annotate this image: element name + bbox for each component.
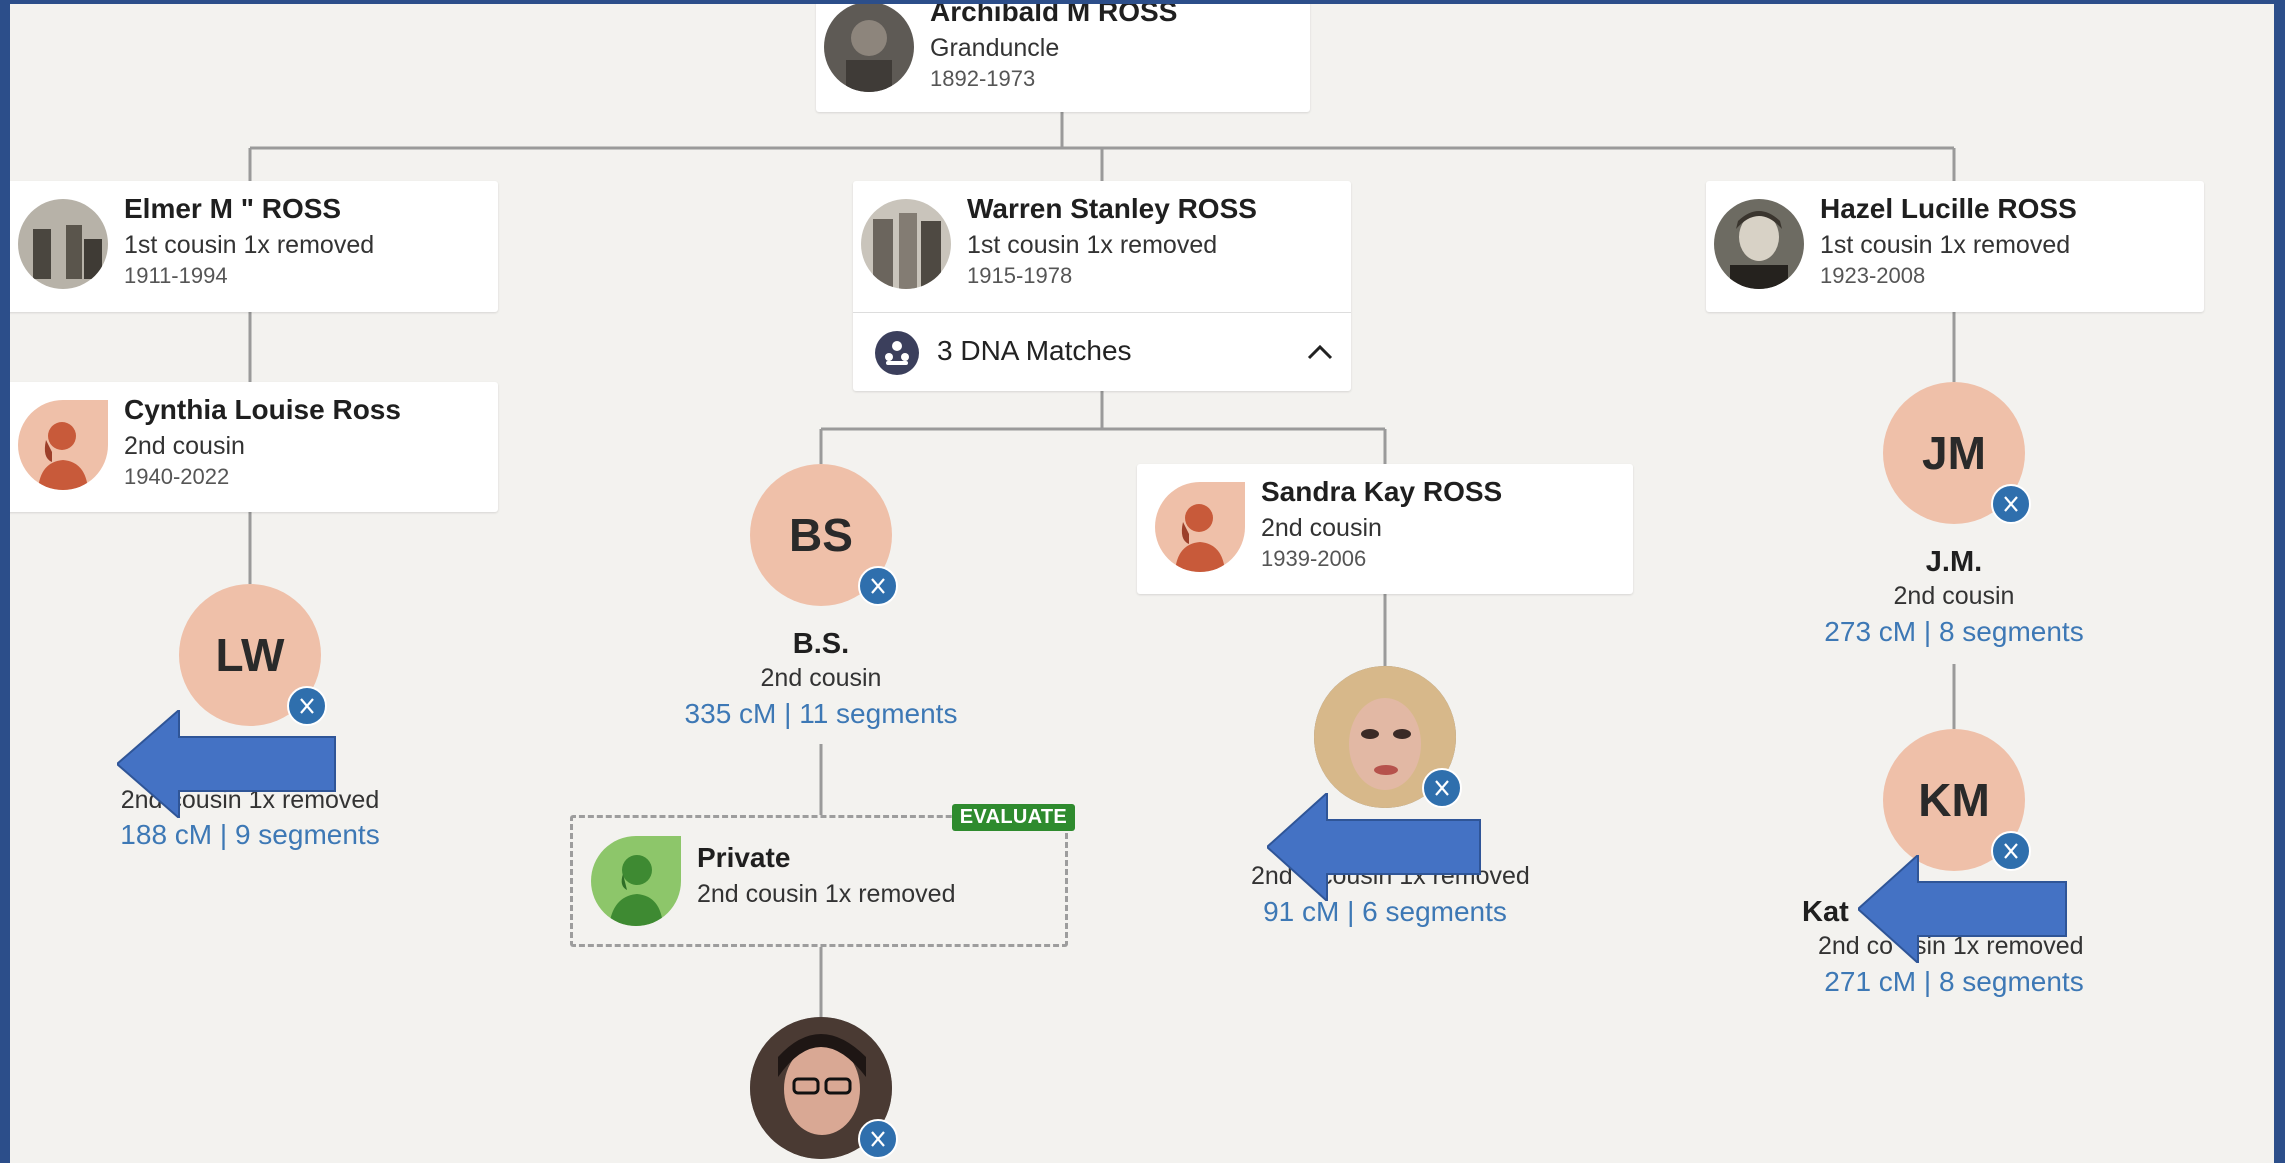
person-name: Warren Stanley ROSS bbox=[967, 193, 1257, 224]
person-years: 1940-2022 bbox=[124, 464, 230, 489]
dna-match-avatar-photo[interactable] bbox=[750, 1017, 898, 1159]
person-silhouette-icon bbox=[591, 836, 681, 926]
dna-match-avatar-jm[interactable]: JM bbox=[1883, 382, 2031, 524]
match-shared-cm-link[interactable]: 273 cM | 8 segments bbox=[1804, 616, 2104, 648]
private-person-card[interactable]: EVALUATE Private 2nd cousin 1x removed bbox=[570, 804, 1075, 947]
person-card-archibald[interactable]: Archibald M ROSS Granduncle 1892-1973 bbox=[816, 4, 1310, 112]
female-silhouette-icon bbox=[18, 400, 108, 490]
dna-match-avatar-km[interactable]: KM bbox=[1883, 729, 2031, 871]
avatar-initials: BS bbox=[789, 509, 853, 561]
portrait-photo bbox=[824, 4, 914, 92]
match-relation: 2nd cousin bbox=[760, 664, 882, 692]
person-relation: 1st cousin 1x removed bbox=[967, 231, 1218, 259]
person-years: 1915-1978 bbox=[967, 263, 1073, 288]
dna-icon bbox=[858, 566, 898, 606]
person-name: Archibald M ROSS bbox=[930, 4, 1178, 27]
portrait-photo bbox=[1714, 199, 1804, 289]
dna-match-icon bbox=[875, 331, 919, 375]
female-silhouette-icon bbox=[1155, 482, 1245, 572]
group-photo bbox=[861, 199, 951, 289]
person-card-hazel[interactable]: Hazel Lucille ROSS 1st cousin 1x removed… bbox=[1706, 181, 2204, 312]
left-arrow-annotation bbox=[1858, 855, 2067, 963]
dna-match-avatar-photo[interactable] bbox=[1314, 666, 1462, 808]
person-relation: 2nd cousin bbox=[124, 432, 245, 460]
person-relation: 1st cousin 1x removed bbox=[1820, 231, 2071, 259]
tree-canvas: Archibald M ROSS Granduncle 1892-1973 El… bbox=[10, 4, 2274, 1163]
avatar-initials: KM bbox=[1918, 774, 1990, 826]
person-years: 1939-2006 bbox=[1261, 546, 1367, 571]
evaluate-badge[interactable]: EVALUATE bbox=[951, 804, 1075, 831]
person-card-sandra[interactable]: Sandra Kay ROSS 2nd cousin 1939-2006 bbox=[1137, 464, 1633, 594]
dna-icon bbox=[858, 1119, 898, 1159]
private-relation: 2nd cousin 1x removed bbox=[697, 880, 956, 908]
person-name: Cynthia Louise Ross bbox=[124, 394, 401, 425]
private-name: Private bbox=[697, 842, 791, 873]
person-name: Hazel Lucille ROSS bbox=[1820, 193, 2077, 224]
match-shared-cm-link[interactable]: 271 cM | 8 segments bbox=[1814, 966, 2094, 998]
group-photo bbox=[18, 199, 108, 289]
match-name[interactable]: J.M. bbox=[1854, 546, 2054, 579]
person-years: 1923-2008 bbox=[1820, 263, 1926, 288]
person-years: 1911-1994 bbox=[124, 263, 228, 288]
avatar-initials: JM bbox=[1922, 427, 1986, 479]
left-arrow-annotation bbox=[117, 710, 336, 818]
person-card-cynthia[interactable]: Cynthia Louise Ross 2nd cousin 1940-2022 bbox=[10, 382, 498, 512]
dna-matches-toggle[interactable]: 3 DNA Matches bbox=[853, 312, 1351, 392]
match-relation: 2nd cousin bbox=[1893, 582, 2015, 610]
left-arrow-annotation bbox=[1267, 793, 1481, 901]
person-card-warren[interactable]: Warren Stanley ROSS 1st cousin 1x remove… bbox=[853, 181, 1351, 391]
person-relation: Granduncle bbox=[930, 34, 1060, 62]
match-shared-cm-link[interactable]: 335 cM | 11 segments bbox=[671, 698, 971, 730]
dna-icon bbox=[1991, 484, 2031, 524]
dna-match-avatar-bs[interactable]: BS bbox=[750, 464, 898, 606]
avatar-initials: LW bbox=[215, 629, 285, 681]
dna-matches-label: 3 DNA Matches bbox=[937, 335, 1132, 366]
match-shared-cm-link[interactable]: 188 cM | 9 segments bbox=[104, 819, 396, 851]
dna-match-avatar-lw[interactable]: LW bbox=[179, 584, 327, 726]
person-name: Elmer M " ROSS bbox=[124, 193, 342, 224]
person-years: 1892-1973 bbox=[930, 66, 1036, 91]
chevron-up-icon[interactable] bbox=[1303, 335, 1337, 369]
person-relation: 2nd cousin bbox=[1261, 514, 1382, 542]
person-card-elmer[interactable]: Elmer M " ROSS 1st cousin 1x removed 191… bbox=[10, 181, 498, 312]
match-name[interactable]: B.S. bbox=[721, 628, 921, 661]
person-name: Sandra Kay ROSS bbox=[1261, 476, 1503, 507]
person-relation: 1st cousin 1x removed bbox=[124, 231, 375, 259]
